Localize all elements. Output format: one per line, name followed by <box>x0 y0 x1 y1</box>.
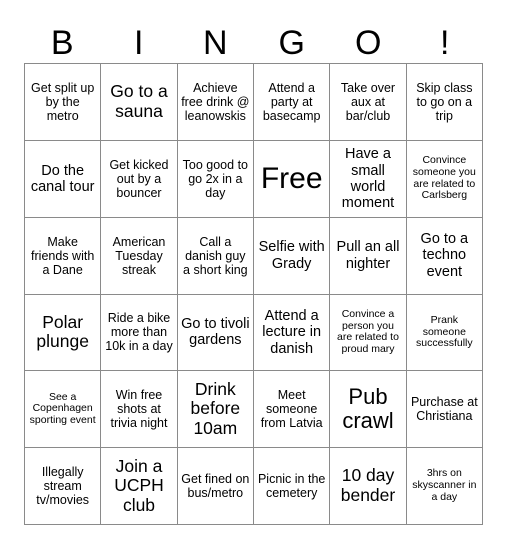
bingo-header-letter-3: G <box>278 24 305 62</box>
bingo-cell-label: Attend a lecture in danish <box>262 308 322 357</box>
bingo-cell-label: Do the canal tour <box>30 162 95 195</box>
bingo-cell-r2-c2[interactable]: Get kicked out by a bouncer <box>101 140 178 218</box>
bingo-cell-r2-c6[interactable]: Convince someone you are related to Carl… <box>406 140 483 218</box>
bingo-cell-r1-c1[interactable]: Get split up by the metro <box>25 64 102 141</box>
bingo-cell-label: Prank someone successfully <box>416 313 473 350</box>
bingo-cell-r3-c2[interactable]: American Tuesday streak <box>101 217 178 295</box>
bingo-cell-label: Polar plunge <box>36 311 89 352</box>
bingo-header: B I N G O ! <box>24 18 483 62</box>
bingo-cell-label: Make friends with a Dane <box>31 234 95 277</box>
bingo-cell-label: Win free shots at trivia night <box>110 388 168 431</box>
bingo-cell-label: Ride a bike more than 10k in a day <box>105 311 173 354</box>
bingo-cell-label: 10 day bender <box>340 465 396 506</box>
bingo-cell-label: Go to a sauna <box>110 81 168 121</box>
bingo-cell-r5-c3[interactable]: Drink before 10am <box>177 371 254 449</box>
bingo-cell-label: Have a small world moment <box>341 146 395 211</box>
bingo-cell-r5-c2[interactable]: Win free shots at trivia night <box>101 371 178 449</box>
bingo-header-letter-0: B <box>50 24 74 62</box>
bingo-cell-r4-c3[interactable]: Go to tivoli gardens <box>177 294 254 372</box>
bingo-cell-label: Take over aux at bar/club <box>340 80 396 123</box>
bingo-cell-r2-c3[interactable]: Too good to go 2x in a day <box>177 140 254 218</box>
bingo-cell-r6-c6[interactable]: 3hrs on skyscanner in a day <box>406 448 483 525</box>
bingo-cell-r5-c6[interactable]: Purchase at Christiana <box>406 371 483 449</box>
bingo-cell-r6-c3[interactable]: Get fined on bus/metro <box>177 448 254 525</box>
bingo-cell-label: Pub crawl <box>342 383 394 434</box>
bingo-header-letter-4: O <box>355 24 382 62</box>
bingo-header-letter-2: N <box>202 24 228 62</box>
bingo-cell-r1-c5[interactable]: Take over aux at bar/club <box>330 64 407 141</box>
bingo-cell-label: Get kicked out by a bouncer <box>109 157 169 200</box>
bingo-header-letter-5: ! <box>440 24 450 62</box>
bingo-cell-r3-c1[interactable]: Make friends with a Dane <box>25 217 102 295</box>
bingo-grid: Get split up by the metro Go to a sauna Ac… <box>24 63 483 525</box>
bingo-cell-label: Achieve free drink @ leanowskis <box>181 80 250 123</box>
bingo-cell-label: Too good to go 2x in a day <box>182 157 248 200</box>
bingo-cell-label: Convince someone you are related to Carl… <box>412 154 476 202</box>
bingo-cell-r1-c6[interactable]: Skip class to go on a trip <box>406 64 483 141</box>
bingo-cell-r4-c1[interactable]: Polar plunge <box>25 294 102 372</box>
bingo-cell-r5-c4[interactable]: Meet someone from Latvia <box>254 371 331 449</box>
bingo-cell-label: Meet someone from Latvia <box>260 388 323 431</box>
bingo-cell-label: Skip class to go on a trip <box>416 80 473 123</box>
bingo-cell-label: Illegally stream tv/movies <box>36 465 90 508</box>
bingo-cell-r5-c1[interactable]: See a Copenhagen sporting event <box>25 371 102 449</box>
bingo-cell-label: Purchase at Christiana <box>410 395 478 424</box>
bingo-cell-r5-c5[interactable]: Pub crawl <box>330 371 407 449</box>
bingo-cell-label: See a Copenhagen sporting event <box>29 390 96 427</box>
bingo-cell-label: Free <box>260 161 323 195</box>
bingo-cell-label: 3hrs on skyscanner in a day <box>412 467 477 503</box>
bingo-header-letter-1: I <box>134 24 144 62</box>
bingo-cell-label: Call a danish guy a short king <box>183 234 248 277</box>
bingo-cell-label: Pull an all nighter <box>336 239 400 272</box>
bingo-cell-label: Picnic in the cemetery <box>257 472 326 501</box>
bingo-cell-label: Go to tivoli gardens <box>181 316 250 349</box>
bingo-cell-r4-c2[interactable]: Ride a bike more than 10k in a day <box>101 294 178 372</box>
bingo-cell-r3-c5[interactable]: Pull an all nighter <box>330 217 407 295</box>
bingo-cell-label: Selfie with Grady <box>258 239 325 272</box>
bingo-cell-label: Convince a person you are related to pro… <box>337 307 399 356</box>
bingo-cell-r1-c3[interactable]: Achieve free drink @ leanowskis <box>177 64 254 141</box>
bingo-cell-label: Drink before 10am <box>190 378 241 439</box>
bingo-card: B I N G O ! Get split up by the metro Go … <box>0 0 506 544</box>
bingo-cell-r6-c5[interactable]: 10 day bender <box>330 448 407 525</box>
bingo-cell-r1-c2[interactable]: Go to a sauna <box>101 64 178 141</box>
bingo-cell-r3-c3[interactable]: Call a danish guy a short king <box>177 217 254 295</box>
bingo-cell-r4-c6[interactable]: Prank someone successfully <box>406 294 483 372</box>
bingo-cell-r4-c5[interactable]: Convince a person you are related to pro… <box>330 294 407 372</box>
bingo-cell-r3-c6[interactable]: Go to a techno event <box>406 217 483 295</box>
bingo-cell-label: Get split up by the metro <box>31 80 95 123</box>
bingo-cell-r3-c4[interactable]: Selfie with Grady <box>254 217 331 295</box>
bingo-cell-label: Attend a party at basecamp <box>262 80 321 123</box>
bingo-cell-r6-c4[interactable]: Picnic in the cemetery <box>254 448 331 525</box>
bingo-cell-r2-c5[interactable]: Have a small world moment <box>330 140 407 218</box>
bingo-cell-r2-c1[interactable]: Do the canal tour <box>25 140 102 218</box>
bingo-cell-r2-c4[interactable]: Free <box>254 140 331 218</box>
bingo-cell-label: Go to a techno event <box>420 231 469 280</box>
bingo-cell-r6-c1[interactable]: Illegally stream tv/movies <box>25 448 102 525</box>
bingo-cell-label: Get fined on bus/metro <box>181 472 250 501</box>
bingo-cell-label: American Tuesday streak <box>112 234 166 277</box>
bingo-cell-label: Join a UCPH club <box>114 455 164 515</box>
bingo-cell-r4-c4[interactable]: Attend a lecture in danish <box>254 294 331 372</box>
bingo-cell-r1-c4[interactable]: Attend a party at basecamp <box>254 64 331 141</box>
bingo-cell-r6-c2[interactable]: Join a UCPH club <box>101 448 178 525</box>
